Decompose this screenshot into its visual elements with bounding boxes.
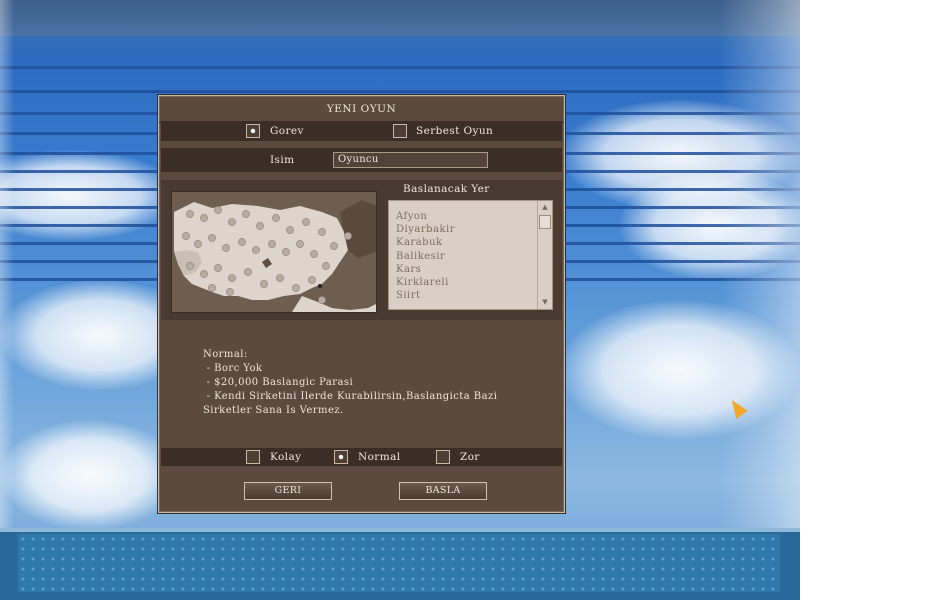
difficulty-normal-radio[interactable] bbox=[334, 450, 348, 464]
back-button[interactable]: GERI bbox=[244, 482, 332, 500]
dialog-title: YENI OYUN bbox=[159, 96, 564, 123]
new-game-dialog: YENI OYUN Gorev Serbest Oyun Isim Oyuncu… bbox=[158, 95, 565, 513]
list-item[interactable]: Balikesir bbox=[396, 250, 552, 263]
list-item[interactable]: Kirklareli bbox=[396, 276, 552, 289]
turkey-map-icon[interactable] bbox=[171, 191, 377, 313]
difficulty-kolay-radio[interactable] bbox=[246, 450, 260, 464]
list-item[interactable]: Diyarbakir bbox=[396, 223, 552, 236]
stripe bbox=[0, 90, 800, 93]
list-item[interactable]: Afyon bbox=[396, 210, 552, 223]
bottom-panel-pattern bbox=[18, 534, 780, 592]
scroll-down-arrow-icon[interactable]: ▼ bbox=[538, 297, 552, 308]
scroll-up-arrow-icon[interactable]: ▲ bbox=[538, 202, 552, 213]
name-label: Isim bbox=[270, 154, 295, 166]
bottom-panel-edge bbox=[0, 528, 800, 532]
glass-edge-right bbox=[720, 0, 800, 600]
scroll-thumb[interactable] bbox=[539, 215, 551, 229]
top-bar bbox=[0, 0, 800, 36]
difficulty-description: Normal: - Borc Yok - $20,000 Baslangic P… bbox=[203, 349, 498, 416]
mode-serbest-label: Serbest Oyun bbox=[416, 125, 494, 137]
difficulty-kolay-label: Kolay bbox=[270, 451, 302, 463]
start-button[interactable]: BASLA bbox=[399, 482, 487, 500]
difficulty-zor-radio[interactable] bbox=[436, 450, 450, 464]
cloud bbox=[0, 420, 180, 530]
glass-edge-left bbox=[0, 0, 14, 600]
start-location-label: Baslanacak Yer bbox=[403, 183, 490, 195]
list-item[interactable]: Siirt bbox=[396, 289, 552, 302]
mode-gorev-label: Gorev bbox=[270, 125, 304, 137]
stripe bbox=[0, 66, 800, 69]
difficulty-normal-label: Normal bbox=[358, 451, 401, 463]
mode-serbest-radio[interactable] bbox=[393, 124, 407, 138]
difficulty-zor-label: Zor bbox=[460, 451, 480, 463]
start-location-list[interactable]: Afyon Diyarbakir Karabuk Balikesir Kars … bbox=[388, 200, 553, 310]
list-item[interactable]: Kars bbox=[396, 263, 552, 276]
name-input[interactable]: Oyuncu bbox=[333, 152, 488, 168]
mode-gorev-radio[interactable] bbox=[246, 124, 260, 138]
list-scrollbar[interactable]: ▲ ▼ bbox=[537, 201, 552, 309]
list-item[interactable]: Karabuk bbox=[396, 236, 552, 249]
mode-row bbox=[161, 121, 562, 141]
